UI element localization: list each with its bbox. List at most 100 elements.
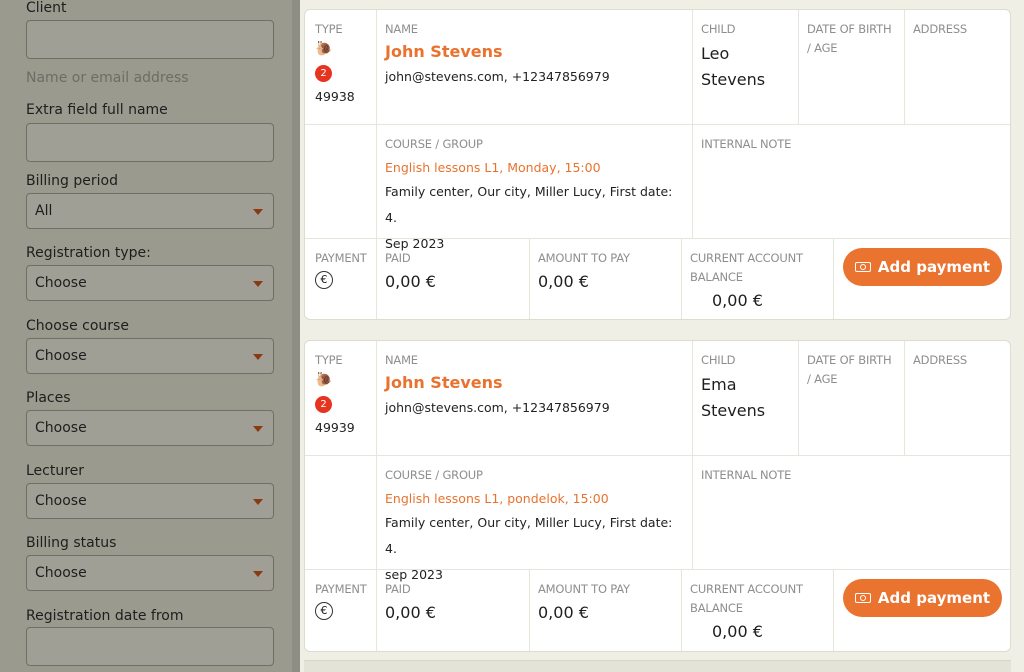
extra-field-label: Extra field full name: [26, 102, 168, 118]
count-badge: 2: [315, 65, 332, 82]
dob-header: DATE OF BIRTH / AGE: [807, 353, 892, 386]
course-header: COURSE / GROUP: [385, 468, 483, 482]
amount-cell: AMOUNT TO PAY 0,00 €: [530, 570, 682, 651]
lecturer-select[interactable]: Choose: [26, 483, 274, 519]
payment-header: PAYMENT: [315, 582, 367, 596]
reg-date-from-input[interactable]: [26, 627, 274, 666]
chevron-down-icon: [253, 354, 263, 360]
balance-cell: CURRENT ACCOUNT BALANCE 0,00 €: [682, 239, 834, 319]
registration-type-label: Registration type:: [26, 245, 151, 261]
registration-card: TYPE 🐌 2 49939 NAME John Stevens john@st…: [304, 340, 1011, 652]
snail-icon: 🐌: [315, 372, 333, 388]
add-payment-button[interactable]: Add payment: [843, 579, 1002, 617]
type-header: TYPE: [315, 22, 343, 36]
chevron-down-icon: [253, 571, 263, 577]
snail-icon: 🐌: [315, 41, 333, 57]
child-cell: CHILD Ema Stevens: [693, 341, 799, 455]
child-last-name: Stevens: [701, 70, 766, 89]
name-cell: NAME John Stevens john@stevens.com, +123…: [377, 10, 693, 124]
billing-status-label: Billing status: [26, 535, 117, 551]
place-line-1: Family center, Our city, Miller Lucy, Fi…: [385, 515, 673, 556]
registration-type-value: Choose: [35, 275, 87, 291]
chevron-down-icon: [253, 209, 263, 215]
client-name-link[interactable]: John Stevens: [385, 373, 684, 392]
balance-header: CURRENT ACCOUNT BALANCE: [690, 582, 803, 615]
billing-period-select[interactable]: All: [26, 193, 274, 229]
paid-header: PAID: [385, 251, 411, 265]
balance-value: 0,00 €: [712, 622, 763, 641]
chevron-down-icon: [253, 499, 263, 505]
dob-cell: DATE OF BIRTH / AGE: [799, 10, 905, 124]
paid-value: 0,00 €: [385, 272, 436, 291]
client-input[interactable]: [26, 20, 274, 59]
address-cell: ADDRESS: [905, 341, 1010, 455]
chevron-down-icon: [253, 281, 263, 287]
balance-header: CURRENT ACCOUNT BALANCE: [690, 251, 803, 284]
cash-icon: [854, 593, 871, 603]
add-payment-label: Add payment: [877, 589, 991, 607]
registration-card: TYPE 🐌 2 49938 NAME John Stevens john@st…: [304, 9, 1011, 320]
dob-header: DATE OF BIRTH / AGE: [807, 22, 892, 55]
course-cell: COURSE / GROUP English lessons L1, ponde…: [377, 456, 693, 582]
paid-cell: PAID 0,00 €: [377, 239, 530, 319]
payment-header: PAYMENT: [315, 251, 367, 265]
name-header: NAME: [385, 22, 418, 36]
child-header: CHILD: [701, 22, 736, 36]
lecturer-value: Choose: [35, 493, 87, 509]
billing-status-value: Choose: [35, 565, 87, 581]
billing-period-label: Billing period: [26, 173, 118, 189]
child-first-name: Leo: [701, 44, 730, 63]
registration-id: 49938: [315, 89, 355, 104]
chevron-down-icon: [253, 426, 263, 432]
note-header: INTERNAL NOTE: [701, 468, 792, 482]
child-header: CHILD: [701, 353, 736, 367]
note-cell: INTERNAL NOTE: [693, 456, 1010, 569]
paid-value: 0,00 €: [385, 603, 436, 622]
client-label: Client: [26, 0, 67, 16]
client-hint: Name or email address: [26, 70, 189, 86]
child-last-name: Stevens: [701, 401, 766, 420]
course-link[interactable]: English lessons L1, Monday, 15:00: [385, 160, 684, 175]
note-header: INTERNAL NOTE: [701, 137, 792, 151]
course-link[interactable]: English lessons L1, pondelok, 15:00: [385, 491, 684, 506]
lecturer-label: Lecturer: [26, 463, 85, 479]
client-name-link[interactable]: John Stevens: [385, 42, 684, 61]
dob-cell: DATE OF BIRTH / AGE: [799, 341, 905, 455]
course-value: Choose: [35, 348, 87, 364]
sidebar-divider: [292, 0, 300, 672]
extra-field-input[interactable]: [26, 123, 274, 162]
add-payment-label: Add payment: [877, 258, 991, 276]
billing-period-value: All: [35, 203, 53, 219]
next-card-edge: [304, 660, 1011, 672]
client-contact: john@stevens.com, +12347856979: [385, 69, 610, 84]
type-cell: TYPE 🐌 2 49939: [305, 341, 377, 455]
balance-cell: CURRENT ACCOUNT BALANCE 0,00 €: [682, 570, 834, 651]
type-cell: TYPE 🐌 2 49938: [305, 10, 377, 124]
registration-type-select[interactable]: Choose: [26, 265, 274, 301]
paid-header: PAID: [385, 582, 411, 596]
places-select[interactable]: Choose: [26, 410, 274, 446]
registration-id: 49939: [315, 420, 355, 435]
empty-cell: [305, 125, 377, 238]
empty-cell: [305, 456, 377, 569]
amount-header: AMOUNT TO PAY: [538, 582, 630, 596]
billing-status-select[interactable]: Choose: [26, 555, 274, 591]
course-label: Choose course: [26, 318, 129, 334]
address-cell: ADDRESS: [905, 10, 1010, 124]
child-first-name: Ema: [701, 375, 737, 394]
count-badge: 2: [315, 396, 332, 413]
address-header: ADDRESS: [913, 22, 968, 36]
places-value: Choose: [35, 420, 87, 436]
payment-cell: PAYMENT €: [305, 239, 377, 319]
cash-icon: [854, 262, 871, 272]
course-select[interactable]: Choose: [26, 338, 274, 374]
child-cell: CHILD Leo Stevens: [693, 10, 799, 124]
add-payment-button[interactable]: Add payment: [843, 248, 1002, 286]
course-cell: COURSE / GROUP English lessons L1, Monda…: [377, 125, 693, 251]
paid-cell: PAID 0,00 €: [377, 570, 530, 651]
places-label: Places: [26, 390, 71, 406]
place-line-1: Family center, Our city, Miller Lucy, Fi…: [385, 184, 673, 225]
euro-icon: €: [315, 602, 333, 620]
note-cell: INTERNAL NOTE: [693, 125, 1010, 238]
address-header: ADDRESS: [913, 353, 968, 367]
